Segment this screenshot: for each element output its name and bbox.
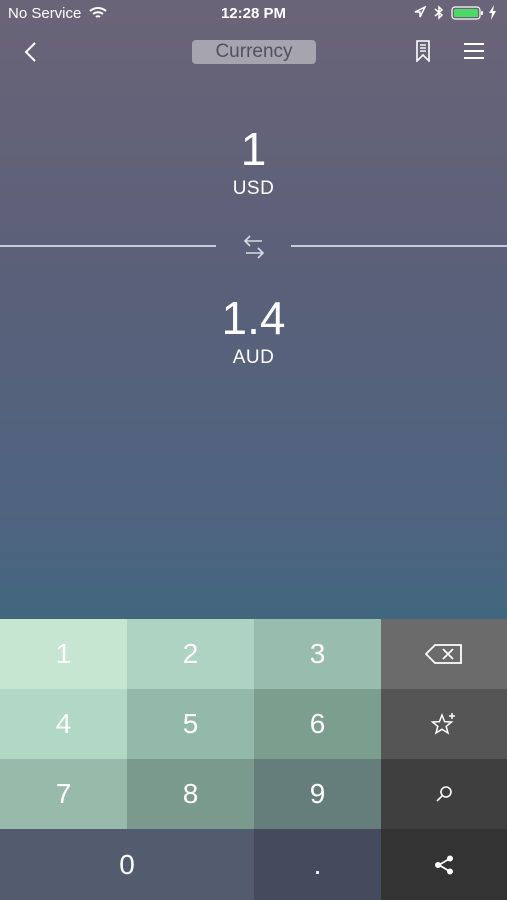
key-2[interactable]: 2 [127,619,254,689]
divider-right [291,245,507,247]
backspace-icon [425,644,462,664]
divider-left [0,245,216,247]
key-6[interactable]: 6 [254,689,381,759]
battery-icon [451,6,483,20]
key-1[interactable]: 1 [0,619,127,689]
favorite-button[interactable] [381,689,507,759]
backspace-button[interactable] [381,619,507,689]
key-7[interactable]: 7 [0,759,127,829]
key-8[interactable]: 8 [127,759,254,829]
menu-icon[interactable] [464,42,484,60]
key-9[interactable]: 9 [254,759,381,829]
status-bar: No Service 12:28 PM [0,0,507,28]
key-decimal[interactable]: . [254,829,381,900]
to-amount[interactable]: 1.4 [0,291,507,345]
share-button[interactable] [381,829,507,900]
charging-icon [489,5,496,20]
key-3[interactable]: 3 [254,619,381,689]
share-icon [435,855,453,874]
to-currency-code[interactable]: AUD [0,347,507,369]
page-title[interactable]: Currency [192,40,316,64]
status-icons [414,5,499,23]
nav-bar: Currency [0,32,507,72]
from-currency-code[interactable]: USD [0,178,507,200]
number-keypad: 1 2 3 4 5 6 7 8 9 0 . [0,619,507,900]
bookmark-icon[interactable] [415,40,431,62]
key-4[interactable]: 4 [0,689,127,759]
search-icon [436,786,452,802]
bluetooth-icon [434,5,444,20]
swap-arrows-icon[interactable] [240,232,268,262]
back-icon[interactable] [20,40,42,64]
key-5[interactable]: 5 [127,689,254,759]
favorite-star-icon [431,712,455,735]
location-icon [414,6,426,18]
from-amount[interactable]: 1 [0,122,507,176]
search-button[interactable] [381,759,507,829]
key-0[interactable]: 0 [0,829,254,900]
